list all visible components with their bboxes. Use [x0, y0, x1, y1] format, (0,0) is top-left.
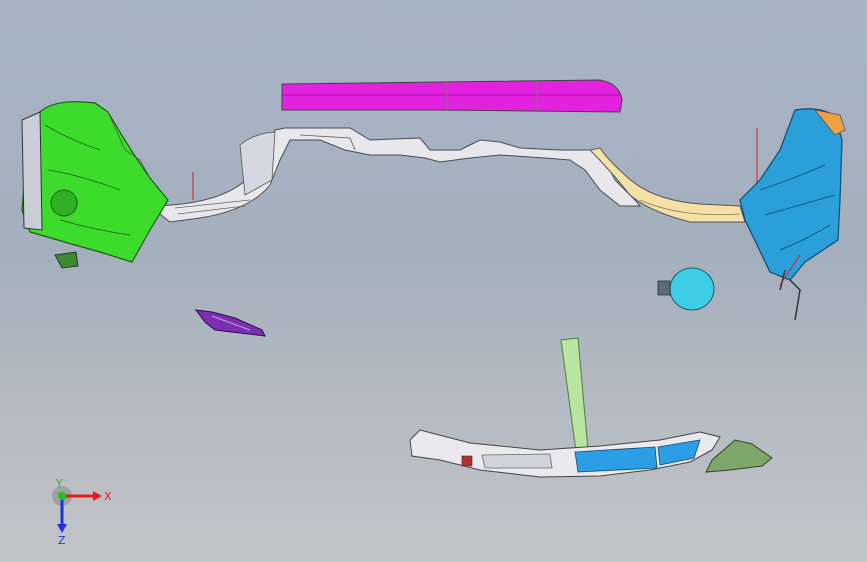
x-axis-label: X [104, 490, 112, 503]
y-axis-dot [58, 492, 66, 500]
fuel-door[interactable] [657, 267, 715, 311]
right-fender[interactable] [739, 108, 846, 321]
vertical-strip[interactable] [560, 337, 589, 453]
left-bracket[interactable] [194, 309, 266, 337]
top-spoiler[interactable] [281, 79, 623, 113]
lower-right-bracket[interactable] [705, 439, 773, 473]
left-fender[interactable] [21, 101, 169, 269]
coordinate-triad: X Z Y [52, 478, 112, 547]
y-axis-label: Y [55, 478, 63, 490]
lower-valance[interactable] [409, 429, 721, 478]
z-axis-label: Z [58, 534, 66, 547]
rear-bumper-frame[interactable] [148, 127, 642, 223]
cad-viewport[interactable] [0, 0, 867, 562]
